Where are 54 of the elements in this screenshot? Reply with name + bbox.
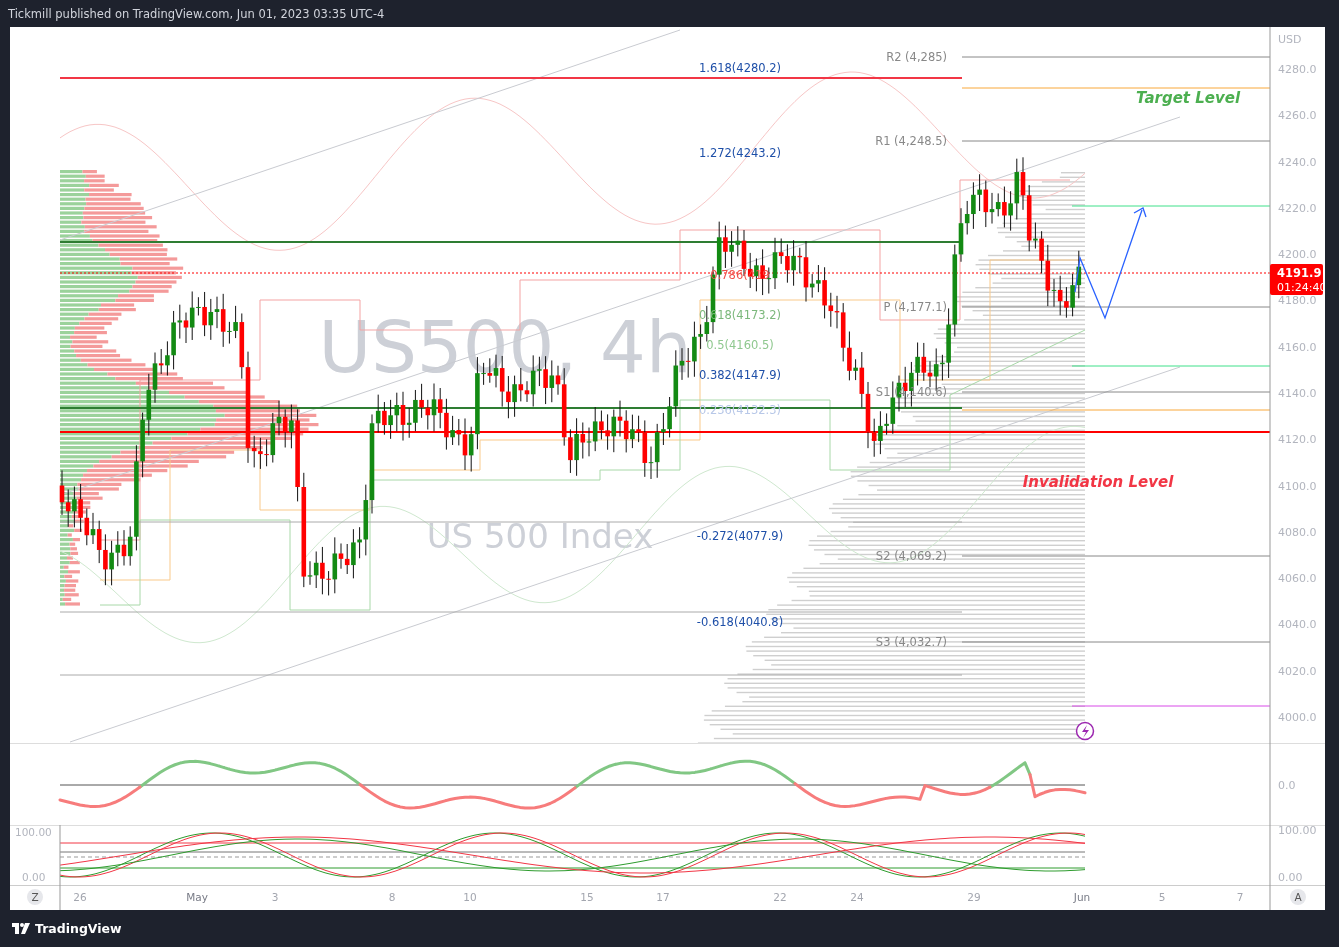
time-axis-label: 5	[1158, 891, 1166, 903]
tradingview-logo-icon	[12, 923, 30, 934]
stochastic-axis-label: 100.00	[1278, 825, 1317, 837]
fibonacci-label: 1.272(4243.2)	[698, 146, 782, 160]
lightning-icon[interactable]	[1075, 721, 1095, 741]
price-axis-label: 4060.0	[1278, 572, 1317, 586]
price-axis-label: 4040.0	[1278, 618, 1317, 632]
last-price-label: 4191.9	[1277, 266, 1322, 280]
auto-scale-button[interactable]: A	[1290, 889, 1306, 905]
time-axis-label: 17	[656, 891, 670, 903]
price-axis-label: 4280.0	[1278, 63, 1317, 76]
time-axis-label: May	[186, 891, 208, 903]
zoom-button[interactable]: Z	[27, 889, 43, 905]
stochastic-axis-label: 0.00	[1278, 871, 1303, 884]
publisher-caption: Tickmill published on TradingView.com, Jun 01, 2023 03:35 UTC-4	[8, 6, 385, 21]
fibonacci-label: 0.382(4147.9)	[698, 368, 782, 382]
price-axis-label: 4100.0	[1278, 479, 1317, 493]
price-axis-label: 4200.0	[1278, 248, 1317, 262]
price-axis-label: 4220.0	[1278, 201, 1317, 215]
price-axis-label: 4240.0	[1278, 155, 1317, 169]
price-axis-label: 4160.0	[1278, 340, 1317, 354]
price-axis-label: 4000.0	[1278, 710, 1317, 724]
time-axis-label: 29	[967, 891, 981, 903]
fibonacci-label: -0.272(4077.9)	[696, 529, 784, 543]
annotation-label: Target Level	[1135, 89, 1241, 107]
fibonacci-label: 0.5(4160.5)	[706, 338, 774, 352]
time-axis-label: 22	[773, 891, 787, 903]
pivot-label: S2 (4,069.2)	[875, 549, 947, 563]
price-axis-label: 4080.0	[1278, 525, 1317, 539]
price-axis-label: 4020.0	[1278, 664, 1317, 678]
price-axis-label: 4120.0	[1278, 433, 1317, 447]
time-axis-label: 10	[463, 891, 477, 903]
stochastic-axis-label: 0.00	[22, 871, 46, 883]
logo-text: TradingView	[35, 921, 122, 936]
pivot-label: R1 (4,248.5)	[875, 134, 947, 148]
price-axis-label: 4180.0	[1278, 294, 1317, 308]
time-axis-label: 7	[1236, 891, 1244, 903]
time-axis-label: 24	[850, 891, 864, 903]
annotation-label: Invalidation Level	[1022, 473, 1174, 491]
stochastic-axis-label: 100.00	[15, 826, 52, 838]
pivot-label: S3 (4,032.7)	[875, 635, 947, 649]
time-axis-label: 15	[580, 891, 594, 903]
oscillator-axis-label: 0.0	[1278, 779, 1296, 792]
time-axis-label: Jun	[1073, 891, 1091, 903]
fibonacci-label: -0.618(4040.8)	[696, 615, 784, 629]
pivot-label: P (4,177.1)	[883, 300, 947, 314]
time-axis-label: 8	[388, 891, 396, 903]
fibonacci-label: 1.618(4280.2)	[698, 61, 782, 75]
time-axis-label: 3	[271, 891, 279, 903]
time-axis-label: 26	[73, 891, 87, 903]
pivot-label: R2 (4,285)	[886, 50, 947, 64]
price-axis-label: 4140.0	[1278, 386, 1317, 400]
price-axis-label: 4260.0	[1278, 109, 1317, 123]
currency-label: USD	[1278, 33, 1302, 46]
